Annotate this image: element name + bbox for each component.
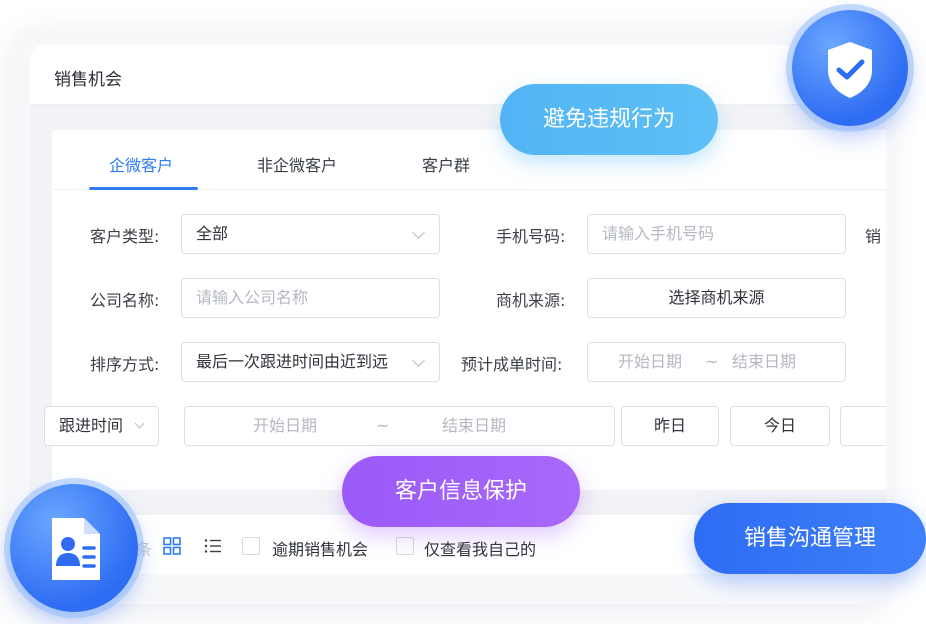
- customer-type-value: 全部: [196, 224, 229, 243]
- sort-label: 排序方式:: [90, 355, 160, 374]
- followup-date-range[interactable]: 开始日期 ~ 结束日期: [184, 406, 615, 446]
- only-mine-label: 仅查看我自己的: [424, 540, 537, 559]
- chevron-down-icon: [412, 354, 425, 367]
- title-bar: 销售机会: [30, 45, 886, 105]
- customer-type-select[interactable]: 全部: [181, 214, 440, 254]
- tab-non-wecom-customer[interactable]: 非企微客户: [257, 152, 337, 176]
- customer-info-protection-callout: 客户信息保护: [342, 456, 580, 527]
- expected-deal-time-label: 预计成单时间:: [461, 355, 563, 374]
- customer-document-icon: [10, 484, 138, 612]
- chevron-down-icon: [134, 418, 145, 429]
- tab-wecom-customer[interactable]: 企微客户: [109, 152, 173, 176]
- sort-select[interactable]: 最后一次跟进时间由近到远: [181, 342, 440, 382]
- phone-input[interactable]: 请输入手机号码: [587, 214, 846, 254]
- list-view-icon[interactable]: [204, 537, 222, 559]
- grid-view-icon[interactable]: [163, 537, 181, 559]
- avoid-violation-callout: 避免违规行为: [500, 84, 718, 155]
- yesterday-button[interactable]: 昨日: [621, 406, 719, 446]
- followup-start-date: 开始日期: [253, 416, 318, 435]
- followup-end-date: 结束日期: [442, 416, 507, 435]
- customer-type-label: 客户类型:: [90, 227, 160, 246]
- company-name-label: 公司名称:: [90, 291, 160, 310]
- active-tab-indicator: [89, 187, 198, 190]
- opportunity-source-label: 商机来源:: [496, 291, 566, 310]
- page-title: 销售机会: [54, 70, 122, 90]
- truncated-label: 销: [865, 227, 882, 246]
- deal-end-date: 结束日期: [732, 352, 797, 371]
- truncated-count-text: 条: [136, 540, 153, 559]
- select-source-button[interactable]: 选择商机来源: [587, 278, 846, 318]
- deal-date-range[interactable]: 开始日期 ~ 结束日期: [587, 342, 846, 382]
- overdue-label: 逾期销售机会: [272, 540, 369, 559]
- phone-label: 手机号码:: [496, 227, 566, 246]
- sales-communication-callout: 销售沟通管理: [694, 503, 926, 574]
- sort-value: 最后一次跟进时间由近到远: [196, 352, 389, 371]
- today-button[interactable]: 今日: [730, 406, 830, 446]
- customer-tabs: 企微客户 非企微客户 客户群: [52, 130, 886, 190]
- followup-type-value: 跟进时间: [59, 416, 124, 435]
- followup-range-separator: ~: [376, 416, 390, 435]
- deal-range-separator: ~: [705, 352, 719, 371]
- company-name-input[interactable]: 请输入公司名称: [181, 278, 440, 318]
- shield-check-icon: [792, 10, 908, 126]
- overdue-checkbox[interactable]: [242, 537, 260, 555]
- tab-customer-group[interactable]: 客户群: [422, 152, 470, 176]
- only-mine-checkbox[interactable]: [396, 537, 414, 555]
- filter-panel: 企微客户 非企微客户 客户群 客户类型: 全部 手机号码: 请输入手机号码 销 …: [44, 130, 886, 490]
- more-range-button[interactable]: [840, 406, 886, 446]
- deal-start-date: 开始日期: [618, 352, 683, 371]
- chevron-down-icon: [412, 226, 425, 239]
- followup-type-select[interactable]: 跟进时间: [44, 406, 159, 446]
